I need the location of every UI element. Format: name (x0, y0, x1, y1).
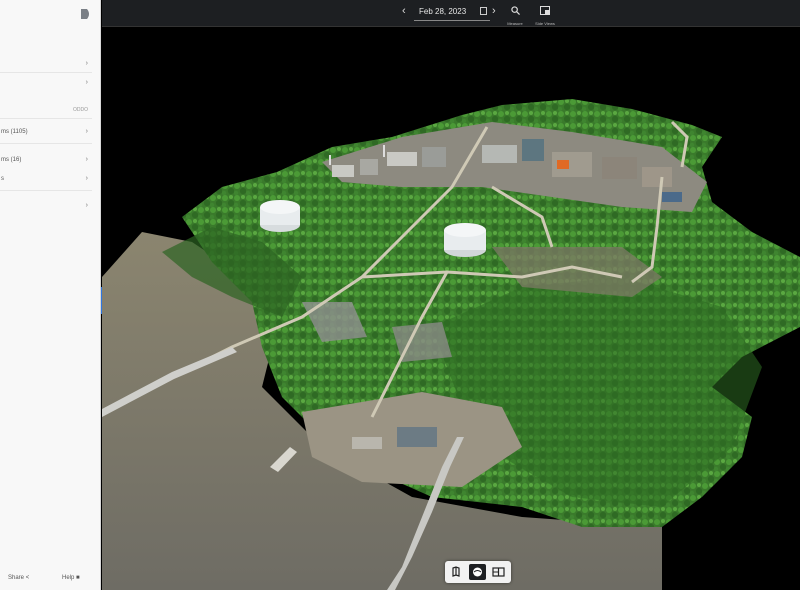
globe-3d-button[interactable] (469, 564, 486, 580)
chevron-right-icon: › (85, 156, 88, 163)
sidebar-item-label: ms (16) (1, 157, 22, 163)
map-2d-button[interactable] (448, 564, 465, 580)
divider (0, 190, 92, 191)
chevron-right-icon: › (85, 128, 88, 135)
tool-label: Measure (507, 21, 523, 26)
view-mode-switcher (445, 561, 511, 583)
next-date-button[interactable]: › (492, 5, 496, 17)
split-compare-button[interactable] (490, 564, 507, 580)
panel-toggle-icon[interactable] (80, 8, 92, 20)
split-view-icon (540, 6, 550, 15)
sidebar-section-header: ODDO (0, 102, 101, 118)
chevron-right-icon: › (85, 202, 88, 209)
tool-label: Side Views (535, 21, 555, 26)
3d-map-viewport[interactable] (102, 27, 800, 590)
sidebar-item[interactable]: › (0, 75, 101, 91)
globe-3d-icon (473, 567, 482, 577)
storage-tank (260, 200, 300, 232)
date-value: Feb 28, 2023 (419, 7, 467, 16)
help-icon: ■ (76, 575, 80, 581)
date-picker[interactable]: Feb 28, 2023 (414, 4, 490, 21)
sidebar-item-label: s (1, 176, 4, 182)
map-2d-icon (452, 566, 460, 577)
top-toolbar: ‹ Feb 28, 2023 › Measure Side Views (102, 0, 800, 27)
divider (0, 118, 92, 119)
sidebar-item-label: ms (1105) (1, 129, 28, 135)
section-tag: ODDO (73, 107, 88, 113)
calendar-icon (480, 7, 487, 15)
help-label: Help (62, 575, 75, 581)
left-sidebar: › › ODDO ms (1105) › ms (16) › s › › Sha… (0, 0, 101, 590)
storage-tank (444, 223, 486, 257)
sidebar-footer: Share < Help ■ (0, 568, 101, 590)
chevron-left-icon: ‹ (402, 5, 406, 17)
chevron-right-icon: › (492, 5, 496, 17)
side-views-tool-button[interactable]: Side Views (534, 2, 556, 26)
help-button[interactable]: Help ■ (62, 575, 80, 581)
measure-tool-button[interactable]: Measure (504, 2, 526, 26)
split-compare-icon (492, 567, 505, 577)
chevron-right-icon: › (85, 60, 88, 67)
chevron-right-icon: › (85, 79, 88, 86)
chevron-right-icon: › (85, 175, 88, 182)
share-icon: < (25, 575, 30, 581)
previous-date-button[interactable]: ‹ (402, 5, 406, 17)
sidebar-item[interactable]: ms (1105) › (0, 124, 101, 140)
divider (0, 143, 92, 144)
sidebar-item[interactable]: › (0, 198, 101, 214)
sidebar-item[interactable]: › (0, 56, 101, 72)
sidebar-item[interactable]: ms (16) › (0, 152, 101, 168)
search-icon (510, 6, 520, 15)
aerial-site-model (102, 27, 800, 590)
share-button[interactable]: Share < (8, 575, 29, 581)
sidebar-item[interactable]: s › (0, 171, 101, 187)
share-label: Share (8, 575, 25, 581)
divider (0, 72, 92, 73)
